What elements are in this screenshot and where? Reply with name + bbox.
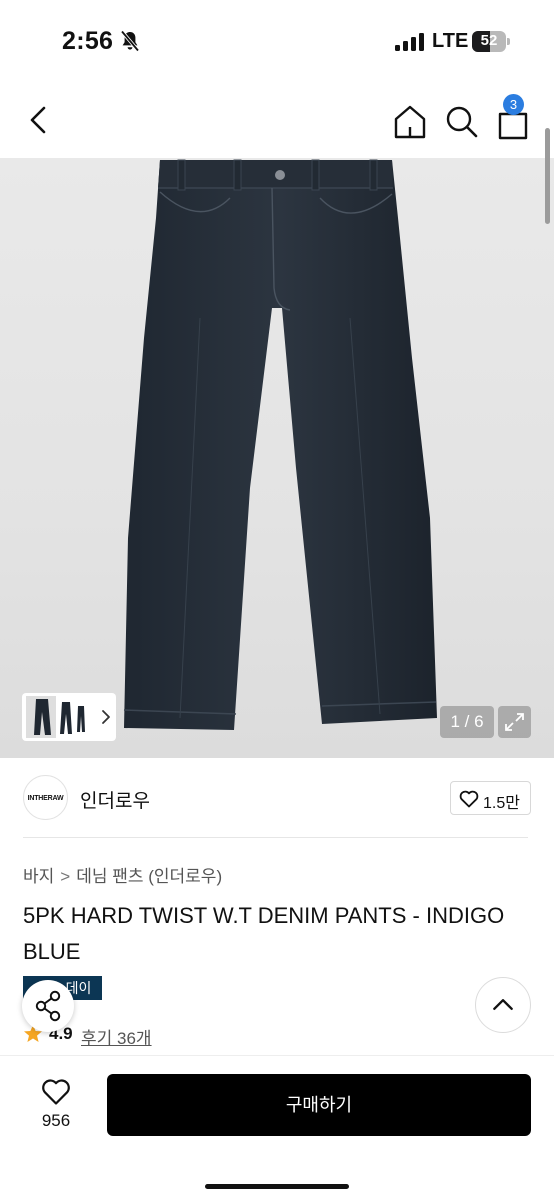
chevron-right-icon [102, 710, 110, 724]
image-page-counter: 1 / 6 [440, 706, 494, 738]
brand-name[interactable]: 인더로우 [80, 786, 150, 813]
product-photo [123, 159, 437, 730]
breadcrumb-subcategory[interactable]: 데님 팬츠 (인더로우) [76, 862, 222, 887]
status-time: 2:56 [62, 27, 114, 55]
home-indicator [205, 1184, 349, 1189]
home-icon[interactable] [390, 102, 430, 142]
buy-button[interactable]: 구매하기 [107, 1074, 531, 1136]
cart-button[interactable]: 3 [492, 94, 536, 142]
brand-logo[interactable]: INTHERAW [23, 775, 68, 820]
share-icon [35, 990, 61, 1022]
battery-percent: 52 [480, 32, 498, 49]
expand-icon [505, 713, 524, 731]
back-chevron-icon[interactable] [22, 102, 58, 138]
brand-like-count: 1.5만 [483, 795, 520, 812]
product-title: 5PK HARD TWIST W.T DENIM PANTS - INDIGO … [23, 903, 505, 964]
breadcrumb-category[interactable]: 바지 [23, 862, 54, 887]
product-image-gallery[interactable]: 1 / 6 [0, 158, 554, 758]
thumbnail-strip[interactable] [22, 693, 116, 741]
wishlist-count: 956 [41, 1111, 71, 1130]
nav-bar: 3 [0, 80, 554, 158]
scroll-indicator[interactable] [545, 128, 550, 224]
bell-slash-icon [120, 30, 140, 52]
signal-icon [395, 33, 424, 51]
search-icon[interactable] [442, 102, 482, 142]
breadcrumb-separator: > [60, 867, 71, 886]
cart-count-badge: 3 [503, 94, 524, 115]
share-button[interactable] [22, 980, 74, 1032]
network-label: LTE [432, 30, 469, 52]
heart-icon [459, 790, 479, 808]
thumbnail-images [26, 696, 85, 738]
wishlist-button[interactable]: 956 [30, 1074, 82, 1136]
brand-row[interactable]: INTHERAW 인더로우 1.5만 [0, 758, 554, 838]
expand-button[interactable] [498, 706, 531, 738]
divider [23, 837, 528, 838]
breadcrumb: 바지 > 데님 팬츠 (인더로우) [23, 862, 222, 887]
brand-like-button[interactable]: 1.5만 [450, 781, 531, 815]
battery-icon: 52 [472, 31, 510, 52]
heart-icon [42, 1079, 70, 1105]
status-bar: 2:56 LTE 52 [0, 0, 554, 80]
chevron-up-icon [493, 999, 513, 1011]
scroll-top-button[interactable] [475, 977, 531, 1033]
review-count-link[interactable]: 후기 36개 [81, 1024, 152, 1049]
bottom-bar: 956 구매하기 [0, 1055, 554, 1200]
